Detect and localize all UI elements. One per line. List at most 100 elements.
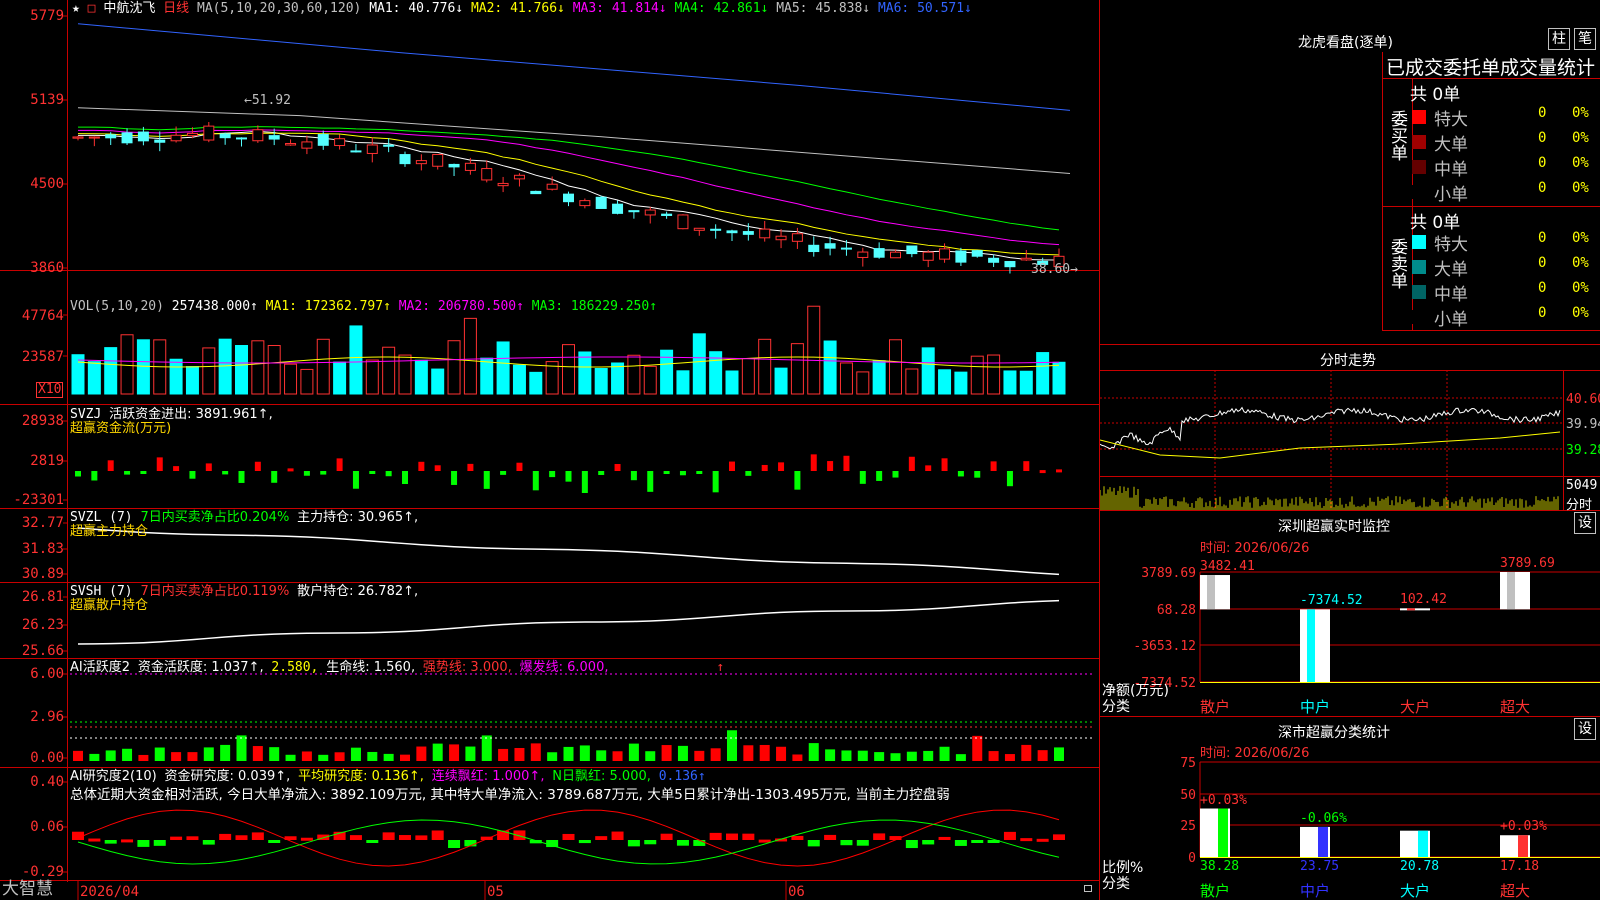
monitor-xlabel: 分类 (1102, 699, 1130, 715)
volume-bar (856, 371, 870, 395)
volume-bar (692, 333, 706, 395)
volume-bar (333, 361, 347, 395)
candle (693, 227, 705, 231)
activity-bar (579, 745, 590, 761)
monitor-bar-highlight (1507, 572, 1515, 610)
candle (873, 248, 885, 258)
volume-bar (921, 347, 935, 395)
candle (105, 134, 117, 139)
classify-category-label: 超大 (1500, 882, 1531, 900)
volume-bar (905, 368, 919, 395)
fund-flow-bar (729, 461, 735, 471)
buy-row-percent: 0% (1572, 105, 1589, 121)
activity-bar (530, 743, 541, 761)
classify-value-label: 38.28 (1200, 859, 1240, 874)
sell-row-percent: 0% (1572, 305, 1589, 321)
candle (252, 129, 264, 142)
ai-research-header: AI研究度2(10) 资金研究度: 0.039↑, 平均研究度: 0.136↑,… (70, 770, 706, 784)
candle (775, 235, 787, 241)
pen-mode-button[interactable]: 笔 (1574, 28, 1596, 50)
fund-flow-bar (990, 461, 997, 471)
vol-ma1: MA1: 172362.797↑ (265, 299, 391, 314)
buy-row-count: 0 (1538, 155, 1547, 171)
candle (857, 251, 869, 258)
research-bar (660, 833, 673, 840)
fund-flow-bar (843, 455, 850, 471)
candle (137, 131, 149, 142)
volume-bar (594, 368, 608, 395)
fund-flow-bar (630, 471, 637, 481)
volume-bar (790, 343, 804, 395)
research-bar (824, 834, 837, 840)
volume-bar (169, 358, 183, 395)
classify-value-label: 20.78 (1400, 859, 1440, 874)
sell-row-label: 中单 (1434, 285, 1468, 305)
candle (922, 251, 934, 261)
period-label[interactable]: 日线 (163, 1, 189, 16)
sell-row-label: 大单 (1434, 260, 1468, 280)
volume-bar (627, 354, 641, 395)
ma1-label: MA1: 40.776↓ (369, 1, 464, 16)
research-bar (954, 840, 967, 846)
ai-active-d: 强势线: 3.000, (422, 660, 512, 675)
activity-bar (73, 750, 83, 761)
sell-row-count: 0 (1538, 305, 1547, 321)
volume-bar (889, 339, 902, 395)
volume-bar (578, 351, 592, 395)
candle (710, 228, 722, 231)
intraday-price-line (1100, 406, 1561, 450)
fund-flow-bar (925, 465, 932, 471)
column-mode-button[interactable]: 柱 (1548, 28, 1570, 50)
svzl-subtitle: 超赢主力持仓 (70, 524, 149, 539)
candle (988, 257, 1000, 263)
sell-side-text: 委卖单 (1387, 238, 1407, 289)
fund-flow-bar (173, 466, 180, 471)
price-y-label: 3860 (30, 260, 64, 276)
lock-icon[interactable] (1084, 885, 1092, 892)
classify-bar-highlight (1518, 835, 1528, 857)
candle (88, 136, 100, 139)
candle (808, 244, 820, 253)
main-chart-area[interactable]: ★ □ 中航沈飞 日线 MA(5,10,20,30,60,120) MA1: 4… (0, 0, 1100, 900)
activity-bar (154, 747, 165, 761)
fund-flow-bar (271, 471, 278, 483)
candle (628, 210, 640, 213)
fund-flow-bar (385, 471, 392, 477)
volume-bar (987, 354, 1001, 395)
monitor-value-label: 102.42 (1400, 592, 1447, 608)
fund-flow-bar (140, 471, 147, 474)
research-bar (791, 835, 804, 840)
fund-flow-bar (663, 471, 670, 474)
fund-flow-bar (1023, 461, 1030, 471)
fund-flow-bar (892, 471, 899, 478)
ma-line-ma5 (77, 107, 1071, 174)
monitor-value-label: 3789.69 (1500, 556, 1555, 571)
volume-bar (774, 367, 788, 395)
intraday-tab[interactable]: 分时 (1566, 494, 1592, 513)
ai-active-y-label: 0.00 (30, 750, 64, 766)
classify-settings-button[interactable]: 设 (1574, 718, 1596, 740)
price-y-label: 5139 (30, 92, 64, 108)
candle (791, 233, 803, 242)
research-bar (709, 832, 722, 840)
candle (955, 250, 967, 263)
activity-bar (432, 743, 443, 761)
fund-flow-bar (532, 471, 539, 491)
favorite-star-icon[interactable]: ★ (72, 1, 80, 16)
candle (219, 133, 231, 139)
fund-flow-bar (908, 456, 915, 471)
candle (399, 154, 411, 165)
research-bar (349, 835, 362, 840)
research-bar (676, 840, 689, 846)
activity-bar (825, 749, 836, 761)
volume-bar (463, 317, 477, 395)
monitor-settings-button[interactable]: 设 (1574, 512, 1596, 534)
volume-bar (529, 371, 543, 395)
classify-bar-highlight (1218, 808, 1228, 857)
ai-active-name: AI活跃度2 (70, 660, 130, 675)
fund-flow-bar (434, 465, 441, 471)
activity-bar (252, 746, 263, 761)
activity-bar (923, 750, 934, 761)
volume-bar (185, 366, 199, 395)
svzl-y-label: 32.77 (21, 515, 64, 531)
